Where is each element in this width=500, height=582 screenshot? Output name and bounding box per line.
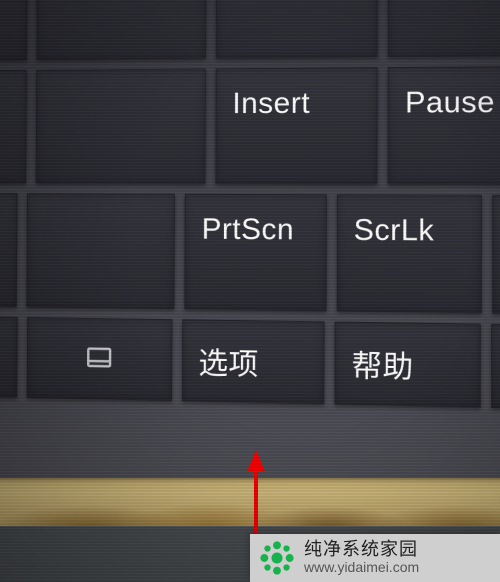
key-prtscn[interactable]: PrtScn: [185, 194, 327, 311]
key-blank[interactable]: [0, 0, 28, 61]
screen-photo: Del End PgDn Insert Pause PrtScn ScrLk 亻: [0, 0, 500, 582]
key-blank[interactable]: [0, 193, 18, 307]
key-partial[interactable]: 汐: [491, 324, 500, 410]
key-dock[interactable]: [27, 317, 172, 401]
on-screen-keyboard: Del End PgDn Insert Pause PrtScn ScrLk 亻: [0, 0, 500, 410]
key-scrlk[interactable]: ScrLk: [336, 194, 481, 313]
watermark-logo-icon: [258, 539, 296, 577]
key-blank[interactable]: [36, 68, 206, 183]
key-help[interactable]: 帮助: [334, 321, 481, 407]
watermark-url: www.yidaimei.com: [304, 560, 419, 575]
key-insert[interactable]: Insert: [215, 67, 377, 184]
desktop-wallpaper: [0, 478, 500, 528]
dock-icon: [84, 344, 113, 374]
watermark-text: 纯净系统家园 www.yidaimei.com: [304, 540, 419, 575]
key-partial[interactable]: 亻: [492, 195, 500, 315]
watermark: 纯净系统家园 www.yidaimei.com: [250, 534, 500, 582]
watermark-title: 纯净系统家园: [304, 540, 419, 560]
key-del[interactable]: Del: [36, 0, 206, 60]
key-blank[interactable]: [0, 70, 27, 184]
key-pgdn[interactable]: PgDn: [388, 0, 500, 57]
key-blank[interactable]: [0, 316, 17, 398]
key-pause[interactable]: Pause: [388, 66, 500, 185]
key-blank[interactable]: [27, 193, 176, 309]
key-end[interactable]: End: [216, 0, 378, 58]
key-options[interactable]: 选项: [181, 319, 324, 404]
